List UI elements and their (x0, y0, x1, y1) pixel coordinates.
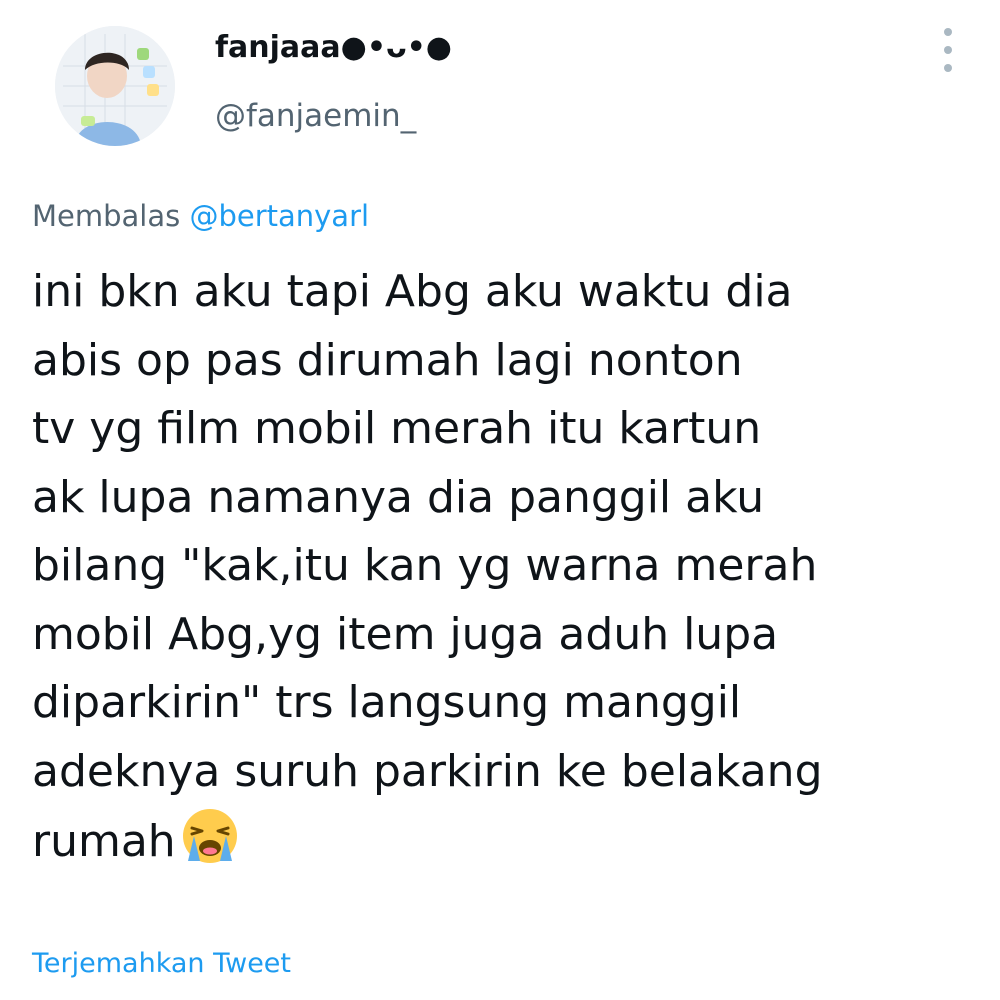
tweet-line: adeknya suruh parkirin ke belakang (32, 745, 823, 797)
user-handle[interactable]: @fanjaemin_ (215, 94, 416, 138)
tweet-line: ak lupa namanya dia panggil aku (32, 471, 765, 523)
display-name[interactable]: fanjaaa●•ᴗ•● (215, 26, 452, 70)
tweet-last-line: rumah (32, 806, 952, 875)
more-dot (944, 64, 952, 72)
loudly-crying-face-icon (182, 809, 237, 863)
more-dot (944, 46, 952, 54)
tweet-line-text: rumah (32, 816, 176, 867)
more-vertical-icon[interactable] (934, 28, 962, 72)
tweet-text: ini bkn aku tapi Abg aku waktu dia abis … (32, 258, 952, 875)
tweet-line: mobil Abg,yg item juga aduh lupa (32, 608, 779, 660)
reply-context: Membalas @bertanyarl (32, 194, 369, 238)
avatar[interactable] (55, 26, 175, 146)
tweet-line: diparkirin" trs langsung manggil (32, 677, 742, 728)
tweet-line: abis op pas dirumah lagi nonton (32, 334, 743, 386)
reply-prefix: Membalas (32, 199, 181, 233)
tweet-line: tv yg film mobil merah itu kartun (32, 403, 762, 454)
reply-target-link[interactable]: @bertanyarl (189, 199, 369, 233)
translate-tweet-link[interactable]: Terjemahkan Tweet (32, 944, 291, 984)
more-dot (944, 28, 952, 36)
tweet-line: ini bkn aku tapi Abg aku waktu dia (32, 266, 793, 317)
tweet-line: bilang "kak,itu kan yg warna merah (32, 540, 818, 591)
